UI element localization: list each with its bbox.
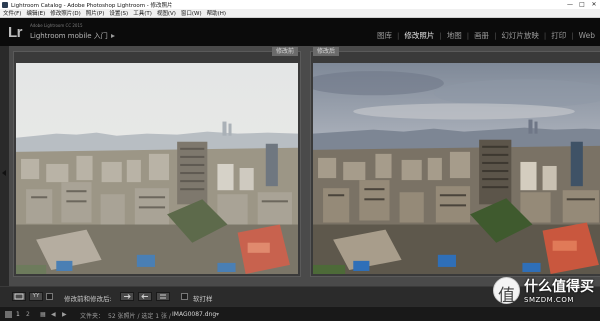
city-photo-before bbox=[16, 63, 298, 274]
primary-window-icon[interactable] bbox=[5, 311, 12, 318]
watermark-badge-text: 值 bbox=[498, 285, 515, 306]
module-library[interactable]: 图库 bbox=[372, 30, 397, 41]
play-triangle-icon bbox=[110, 34, 115, 38]
watermark-en: SMZDM.COM bbox=[524, 296, 574, 304]
filmstrip-path-dropdown-icon[interactable]: ▾ bbox=[216, 311, 219, 318]
window-title-bar: Lightroom Catalog - Adobe Photoshop Ligh… bbox=[0, 0, 600, 9]
lightroom-mobile-link[interactable]: Lightroom mobile 入门 bbox=[30, 31, 115, 41]
lightroom-window: Lightroom Catalog - Adobe Photoshop Ligh… bbox=[0, 0, 600, 321]
arrow-right-icon bbox=[124, 294, 131, 299]
before-after-view-label: YY bbox=[32, 293, 40, 299]
module-develop[interactable]: 修改照片 bbox=[399, 30, 439, 41]
module-picker: 图库 | 修改照片 | 地图 | 画册 | 幻灯片放映 | 打印 | Web bbox=[372, 30, 600, 41]
filmstrip-folder-label: 文件夹： bbox=[80, 313, 105, 320]
loupe-view-icon bbox=[14, 293, 24, 300]
copy-after-to-before-button[interactable] bbox=[138, 292, 152, 301]
menu-file[interactable]: 文件(F) bbox=[3, 9, 21, 17]
lightroom-app-icon bbox=[2, 1, 8, 8]
maximize-button[interactable]: □ bbox=[576, 0, 588, 9]
copy-before-to-after-button[interactable] bbox=[120, 292, 134, 301]
after-view-panel: 修改后 bbox=[310, 47, 600, 277]
menu-window[interactable]: 窗口(W) bbox=[181, 9, 202, 17]
module-web[interactable]: Web bbox=[574, 31, 600, 40]
swap-icon bbox=[160, 294, 166, 299]
menu-settings[interactable]: 设置(S) bbox=[109, 9, 128, 17]
menu-develop[interactable]: 修改照片(D) bbox=[50, 9, 81, 17]
before-after-compare-label: 修改前和修改后: bbox=[64, 295, 112, 303]
loupe-view-button[interactable] bbox=[12, 292, 26, 301]
menu-edit[interactable]: 编辑(E) bbox=[26, 9, 45, 17]
menu-view[interactable]: 视图(V) bbox=[157, 9, 176, 17]
nav-forward-icon[interactable]: ▶ bbox=[62, 311, 67, 318]
develop-work-area: 修改前 修改后 bbox=[9, 46, 600, 286]
after-photo[interactable] bbox=[313, 63, 600, 274]
window-controls: — □ ✕ bbox=[564, 0, 600, 9]
filmstrip-count: 52 张照片 / 选定 1 张 / bbox=[108, 313, 171, 320]
lightroom-logo: Lr bbox=[8, 24, 23, 41]
minimize-button[interactable]: — bbox=[564, 0, 576, 9]
menu-bar: 文件(F) 编辑(E) 修改照片(D) 照片(P) 设置(S) 工具(T) 视图… bbox=[0, 9, 600, 18]
grid-view-icon[interactable]: ▦ bbox=[40, 311, 46, 318]
filmstrip-bar: 1 2 ▦ ◀ ▶ 文件夹： 52 张照片 / 选定 1 张 / IMAG008… bbox=[0, 306, 600, 321]
close-button[interactable]: ✕ bbox=[588, 0, 600, 9]
module-slideshow[interactable]: 幻灯片放映 bbox=[496, 30, 544, 41]
page-2-button[interactable]: 2 bbox=[26, 311, 30, 318]
arrow-left-icon bbox=[141, 294, 148, 299]
swap-before-after-button[interactable] bbox=[156, 292, 170, 301]
collapse-arrow-icon bbox=[2, 170, 6, 176]
watermark-text: 什么值得买 SMZDM.COM bbox=[524, 276, 594, 304]
filmstrip-filename: IMAG0087.dng bbox=[172, 311, 217, 318]
left-panel-toggle[interactable] bbox=[0, 46, 9, 286]
menu-photo[interactable]: 照片(P) bbox=[86, 9, 105, 17]
page-1-button[interactable]: 1 bbox=[16, 311, 20, 318]
module-print[interactable]: 打印 bbox=[546, 30, 571, 41]
city-photo-after bbox=[313, 63, 600, 274]
before-label: 修改前 bbox=[271, 47, 298, 56]
watermark-cn: 什么值得买 bbox=[524, 279, 594, 295]
identity-plate: Lr Adobe Lightroom CC 2015 Lightroom mob… bbox=[0, 18, 600, 46]
lightroom-mobile-label: Lightroom mobile 入门 bbox=[30, 32, 108, 40]
before-photo[interactable] bbox=[16, 63, 298, 274]
window-title: Lightroom Catalog - Adobe Photoshop Ligh… bbox=[11, 2, 173, 9]
module-book[interactable]: 画册 bbox=[469, 30, 494, 41]
watermark-badge-icon: 值 bbox=[493, 276, 520, 306]
soft-proofing-label: 软打样 bbox=[193, 295, 213, 303]
nav-back-icon[interactable]: ◀ bbox=[51, 311, 56, 318]
site-watermark: 值 什么值得买 SMZDM.COM bbox=[493, 276, 594, 306]
menu-tools[interactable]: 工具(T) bbox=[133, 9, 152, 17]
module-map[interactable]: 地图 bbox=[442, 30, 467, 41]
before-view-panel: 修改前 bbox=[13, 47, 301, 277]
product-name: Adobe Lightroom CC 2015 bbox=[30, 23, 83, 28]
after-label: 修改后 bbox=[313, 47, 340, 56]
view-mode-dropdown[interactable] bbox=[46, 293, 53, 300]
menu-help[interactable]: 帮助(H) bbox=[207, 9, 226, 17]
before-after-view-button[interactable]: YY bbox=[29, 292, 43, 301]
soft-proofing-checkbox[interactable] bbox=[181, 293, 188, 300]
